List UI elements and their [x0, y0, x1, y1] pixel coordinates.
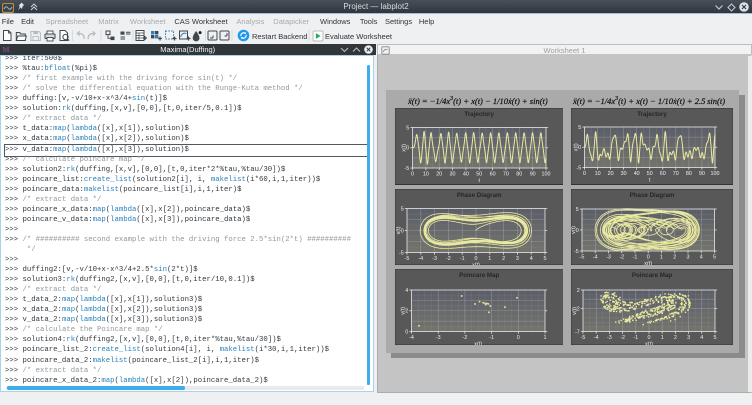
svg-text:70: 70 [502, 171, 508, 177]
svg-text:-5: -5 [581, 334, 586, 340]
svg-text:0: 0 [516, 334, 519, 340]
svg-text:10: 10 [422, 171, 428, 177]
svg-text:3: 3 [687, 254, 690, 260]
svg-text:0: 0 [474, 255, 477, 261]
svg-text:-1: -1 [633, 254, 638, 260]
svg-text:x(t): x(t) [474, 341, 482, 344]
svg-text:-4: -4 [409, 334, 414, 340]
svg-text:5: 5 [406, 125, 409, 131]
svg-text:-3: -3 [432, 255, 437, 261]
svg-text:0: 0 [411, 171, 414, 177]
svg-text:40: 40 [462, 171, 468, 177]
svg-text:5: 5 [714, 334, 717, 340]
svg-text:x(t): x(t) [472, 262, 480, 264]
svg-text:v(t): v(t) [400, 306, 406, 314]
svg-text:-7: -7 [575, 329, 580, 335]
svg-text:Poincare Map: Poincare Map [632, 272, 672, 279]
svg-text:30: 30 [621, 171, 627, 177]
svg-text:5: 5 [578, 125, 581, 131]
svg-text:90: 90 [699, 171, 705, 177]
svg-text:80: 80 [516, 171, 522, 177]
svg-text:x(t): x(t) [573, 143, 579, 151]
svg-text:Trajectory: Trajectory [464, 111, 494, 118]
svg-text:20: 20 [436, 171, 442, 177]
svg-text:5: 5 [576, 206, 579, 212]
svg-text:0: 0 [647, 254, 650, 260]
svg-text:-5: -5 [577, 165, 582, 171]
svg-text:4: 4 [405, 287, 408, 293]
svg-text:-4: -4 [418, 255, 423, 261]
svg-text:100: 100 [711, 171, 720, 177]
svg-text:-4: -4 [593, 254, 598, 260]
svg-text:0: 0 [583, 171, 586, 177]
svg-text:60: 60 [660, 171, 666, 177]
svg-text:-5: -5 [404, 166, 409, 172]
svg-text:-2: -2 [462, 334, 467, 340]
svg-text:x(t): x(t) [401, 144, 407, 152]
svg-text:50: 50 [647, 171, 653, 177]
svg-text:-3: -3 [606, 254, 611, 260]
svg-text:x(t): x(t) [644, 261, 652, 265]
svg-text:-5: -5 [399, 250, 404, 256]
svg-text:Poincare Map: Poincare Map [459, 272, 499, 279]
svg-text:-4: -4 [594, 334, 599, 340]
svg-text:-3: -3 [607, 334, 612, 340]
svg-text:20: 20 [608, 171, 614, 177]
svg-text:90: 90 [529, 171, 535, 177]
svg-text:-1: -1 [489, 334, 494, 340]
svg-text:v(t): v(t) [572, 306, 578, 314]
svg-text:v(t): v(t) [395, 226, 401, 234]
svg-text:0: 0 [648, 334, 651, 340]
svg-text:10: 10 [595, 171, 601, 177]
svg-text:1: 1 [660, 254, 663, 260]
svg-text:-2: -2 [619, 254, 624, 260]
svg-text:v(t): v(t) [571, 225, 577, 233]
svg-text:1: 1 [661, 334, 664, 340]
svg-text:-2: -2 [446, 255, 451, 261]
svg-text:1: 1 [488, 255, 491, 261]
svg-text:-2: -2 [620, 334, 625, 340]
svg-text:-1: -1 [459, 255, 464, 261]
svg-text:Phase Diagram: Phase Diagram [456, 192, 501, 199]
svg-text:3: 3 [687, 334, 690, 340]
svg-text:5: 5 [543, 255, 546, 261]
svg-text:1: 1 [543, 334, 546, 340]
svg-text:Trajectory: Trajectory [637, 111, 667, 118]
svg-text:3: 3 [515, 255, 518, 261]
svg-text:80: 80 [686, 171, 692, 177]
svg-text:4: 4 [700, 334, 703, 340]
svg-text:-1: -1 [633, 334, 638, 340]
svg-text:-5: -5 [580, 254, 585, 260]
svg-text:40: 40 [634, 171, 640, 177]
svg-text:-5: -5 [404, 255, 409, 261]
svg-text:5: 5 [400, 206, 403, 212]
svg-text:4: 4 [529, 255, 532, 261]
svg-text:-3: -3 [435, 334, 440, 340]
svg-text:x(t): x(t) [645, 341, 653, 344]
svg-text:-5: -5 [574, 248, 579, 254]
svg-text:2: 2 [577, 287, 580, 293]
svg-text:70: 70 [673, 171, 679, 177]
svg-text:5: 5 [713, 254, 716, 260]
svg-text:100: 100 [541, 171, 550, 177]
svg-text:2: 2 [502, 255, 505, 261]
svg-text:2: 2 [674, 334, 677, 340]
svg-text:50: 50 [476, 171, 482, 177]
svg-text:Phase Diagram: Phase Diagram [630, 192, 675, 199]
svg-text:4: 4 [700, 254, 703, 260]
svg-text:30: 30 [449, 171, 455, 177]
svg-text:60: 60 [489, 171, 495, 177]
svg-text:2: 2 [673, 254, 676, 260]
svg-text:0: 0 [405, 329, 408, 335]
